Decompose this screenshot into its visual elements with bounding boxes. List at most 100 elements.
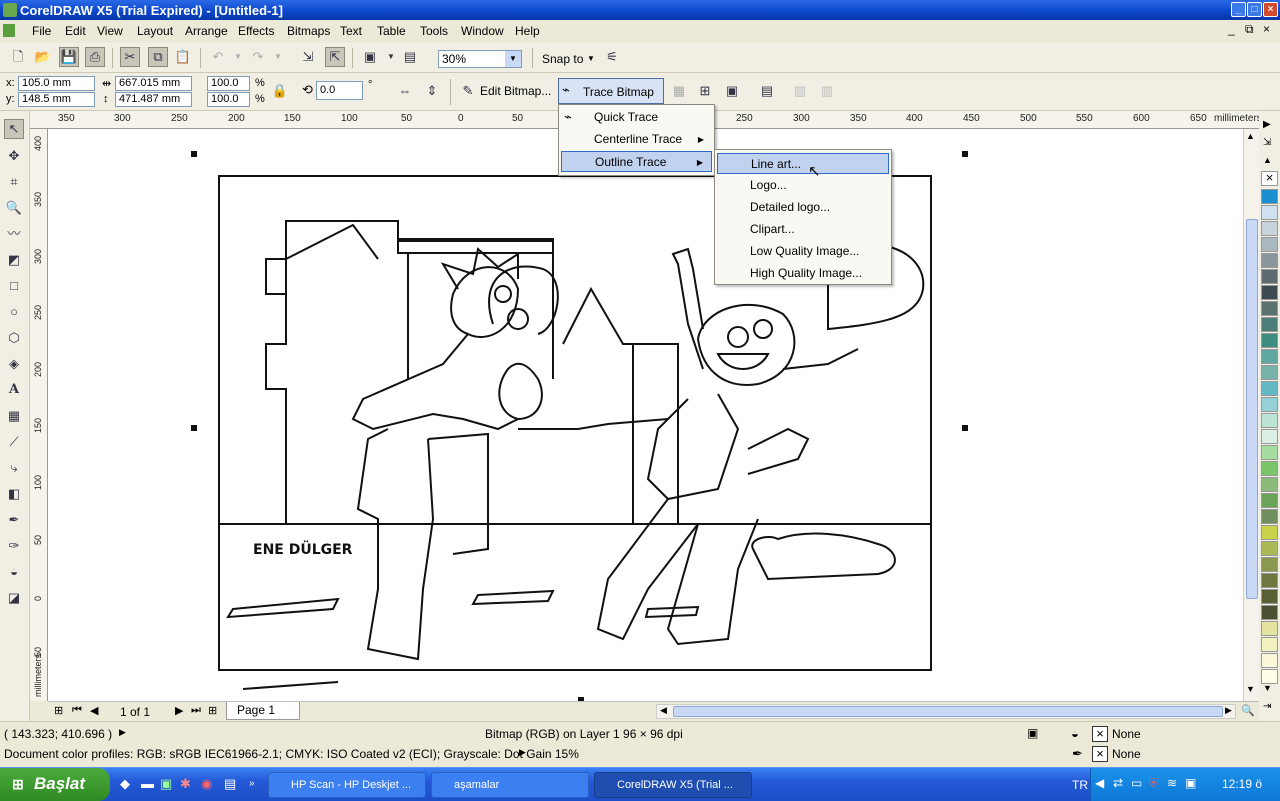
connector-tool-icon[interactable]: ⤷ — [4, 458, 24, 478]
next-page-icon[interactable]: ▶ — [175, 704, 183, 717]
outline-trace-item[interactable]: Outline Trace ▶ — [561, 151, 712, 172]
height-field[interactable]: 471.487 mm — [115, 92, 192, 107]
centerline-trace-item[interactable]: Centerline Trace ▶ — [561, 129, 712, 150]
color-swatch[interactable] — [1261, 189, 1278, 204]
scroll-left-icon[interactable]: ◀ — [660, 705, 667, 716]
quicklaunch-icon-4[interactable]: ✱ — [180, 776, 191, 792]
application-launcher-icon[interactable]: ▣ — [360, 47, 380, 67]
options-icon[interactable]: ⚟ — [602, 47, 622, 67]
lock-ratio-icon[interactable]: 🔒 — [270, 81, 290, 101]
new-icon[interactable]: 🗋 — [8, 47, 28, 67]
menu-layout[interactable]: Layout — [137, 24, 173, 38]
color-swatch[interactable] — [1261, 333, 1278, 348]
fill-none-swatch[interactable]: × — [1092, 726, 1108, 742]
menu-effects[interactable]: Effects — [238, 24, 274, 38]
resample-icon[interactable]: ⊞ — [695, 81, 715, 101]
color-swatch[interactable] — [1261, 397, 1278, 412]
menu-table[interactable]: Table — [377, 24, 406, 38]
previous-page-icon[interactable]: ◀ — [90, 704, 98, 717]
width-field[interactable]: 667.015 mm — [115, 76, 192, 91]
menu-view[interactable]: View — [97, 24, 123, 38]
color-swatch[interactable] — [1261, 381, 1278, 396]
horizontal-scroll-thumb[interactable] — [673, 706, 1223, 717]
minimize-button[interactable]: _ — [1231, 2, 1246, 17]
task-coreldraw[interactable]: CorelDRAW X5 (Trial ... — [594, 772, 752, 798]
import-icon[interactable]: ⇲ — [298, 47, 318, 67]
color-swatch[interactable] — [1261, 301, 1278, 316]
quick-trace-item[interactable]: Quick Trace — [561, 107, 712, 128]
menu-text[interactable]: Text — [340, 24, 362, 38]
vertical-scrollbar[interactable]: ▲ ▼ — [1243, 129, 1259, 701]
quicklaunch-more-icon[interactable]: » — [249, 778, 255, 789]
color-swatch[interactable] — [1261, 317, 1278, 332]
menu-tools[interactable]: Tools — [420, 24, 448, 38]
detailed-logo-item[interactable]: Detailed logo... — [717, 197, 889, 218]
color-swatch[interactable] — [1261, 557, 1278, 572]
color-swatch[interactable] — [1261, 477, 1278, 492]
add-page-before-icon[interactable]: ⊞ — [54, 704, 63, 717]
palette-down-icon[interactable]: ▼ — [1263, 683, 1272, 693]
welcome-screen-icon[interactable]: ▤ — [400, 47, 420, 67]
horizontal-scrollbar[interactable]: ◀ ▶ — [656, 704, 1236, 719]
x-position-field[interactable]: 105.0 mm — [18, 76, 95, 91]
redo-icon[interactable]: ↷ — [248, 47, 268, 67]
scroll-down-icon[interactable]: ▼ — [1246, 684, 1255, 694]
bitmap-color-mask-icon[interactable]: ▣ — [722, 81, 742, 101]
snap-to-button[interactable]: Snap to — [542, 52, 583, 66]
tray-wifi-icon[interactable]: ≋ — [1167, 776, 1177, 790]
dimension-tool-icon[interactable]: ⟋ — [4, 432, 24, 452]
line-art-item[interactable]: Line art... — [717, 153, 889, 174]
tray-security-icon[interactable]: ⛨ — [1149, 776, 1158, 791]
angle-field[interactable]: 0.0 — [316, 81, 363, 100]
pick-tool-icon[interactable]: ↖ — [4, 119, 24, 139]
outline-none-swatch[interactable]: × — [1092, 746, 1108, 762]
color-swatch[interactable] — [1261, 237, 1278, 252]
open-icon[interactable]: 📂 — [33, 47, 53, 67]
color-swatch[interactable] — [1261, 461, 1278, 476]
logo-item[interactable]: Logo... — [717, 175, 889, 196]
cartoon-bitmap[interactable]: ENE DÜLGER — [48, 129, 1243, 701]
quicklaunch-icon-6[interactable]: ▤ — [224, 776, 236, 792]
zoom-select[interactable]: 30% ▼ — [438, 50, 522, 68]
color-swatch[interactable] — [1261, 621, 1278, 636]
menu-file[interactable]: File — [32, 24, 51, 38]
color-swatch[interactable] — [1261, 285, 1278, 300]
color-swatch[interactable] — [1261, 605, 1278, 620]
color-swatch[interactable] — [1261, 221, 1278, 236]
maximize-button[interactable]: □ — [1247, 2, 1262, 17]
color-swatch[interactable] — [1261, 637, 1278, 652]
menu-arrange[interactable]: Arrange — [185, 24, 228, 38]
task-hp-scan[interactable]: HP Scan - HP Deskjet ... — [268, 772, 426, 798]
color-swatch[interactable] — [1261, 413, 1278, 428]
drawing-canvas[interactable]: ENE DÜLGER — [48, 129, 1243, 701]
color-swatch[interactable] — [1261, 349, 1278, 364]
add-page-after-icon[interactable]: ⊞ — [208, 704, 217, 717]
eyedropper-tool-icon[interactable]: ✒ — [4, 510, 24, 530]
snap-dropdown-icon[interactable]: ▼ — [587, 54, 595, 63]
color-swatch[interactable] — [1261, 445, 1278, 460]
launcher-dropdown-icon[interactable]: ▼ — [381, 47, 401, 67]
color-swatch[interactable] — [1261, 493, 1278, 508]
to-back-icon[interactable]: ▥ — [817, 81, 837, 101]
menu-edit[interactable]: Edit — [65, 24, 86, 38]
smart-fill-tool-icon[interactable]: ◩ — [4, 250, 24, 270]
table-tool-icon[interactable]: ▦ — [4, 406, 24, 426]
palette-up-icon[interactable]: ▲ — [1263, 155, 1272, 165]
doc-close-button[interactable]: × — [1263, 22, 1270, 36]
shape-tool-icon[interactable]: ✥ — [4, 146, 24, 166]
trace-bitmap-button[interactable]: ⌁ Trace Bitmap — [558, 78, 664, 104]
first-page-icon[interactable]: ⏮ — [72, 704, 82, 717]
quicklaunch-icon-1[interactable]: ◆ — [120, 776, 130, 792]
wrap-text-icon[interactable]: ▤ — [757, 81, 777, 101]
mirror-horizontal-icon[interactable]: ⇔ — [395, 81, 415, 101]
quicklaunch-icon-2[interactable]: ▬ — [141, 776, 154, 791]
color-swatch[interactable] — [1261, 541, 1278, 556]
export-icon[interactable]: ⇱ — [325, 47, 345, 67]
color-proofing-icon[interactable]: ▣ — [1027, 726, 1038, 740]
y-position-field[interactable]: 148.5 mm — [18, 92, 95, 107]
to-front-icon[interactable]: ▥ — [790, 81, 810, 101]
start-button[interactable]: ⊞ Başlat — [0, 768, 110, 801]
redo-dropdown-icon[interactable]: ▼ — [268, 47, 288, 67]
close-button[interactable]: × — [1263, 2, 1278, 17]
doc-minimize-button[interactable]: _ — [1228, 22, 1235, 36]
